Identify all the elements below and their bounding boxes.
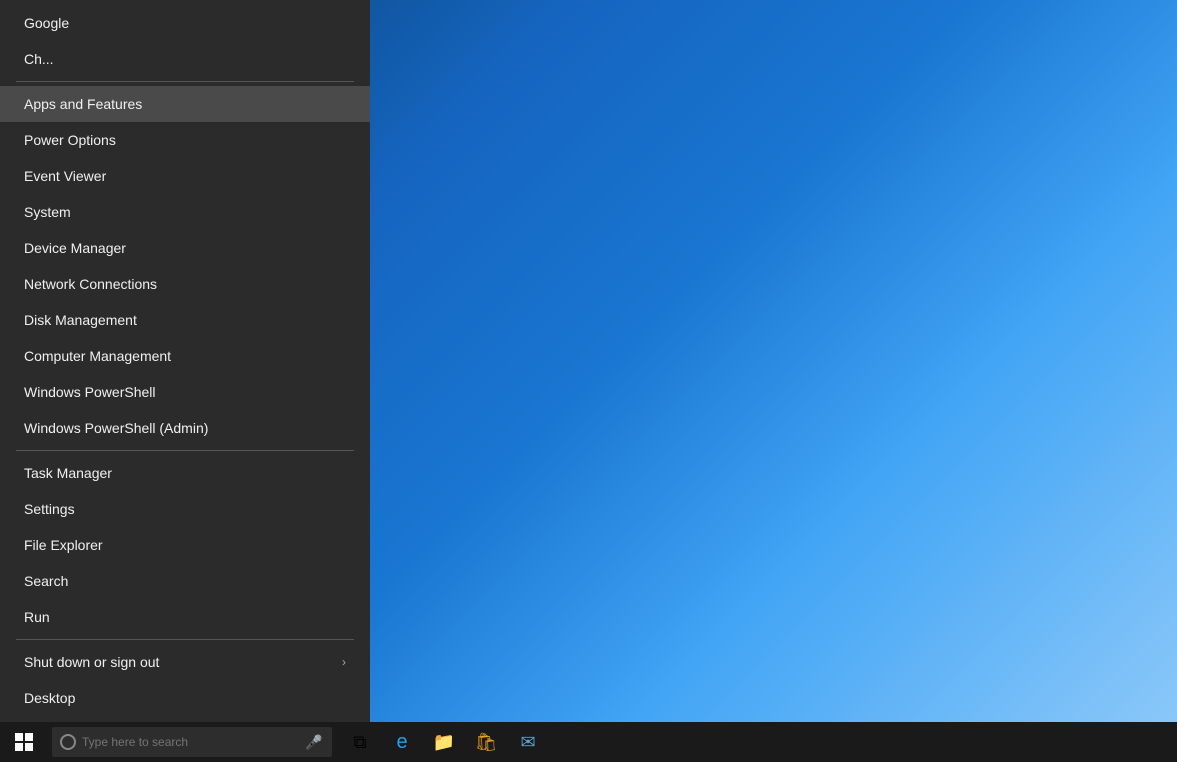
mail-button[interactable]: ✉	[508, 722, 548, 762]
menu-item-power-options[interactable]: Power Options	[0, 122, 370, 158]
mail-icon: ✉	[520, 732, 535, 753]
menu-item-computer-management[interactable]: Computer Management	[0, 338, 370, 374]
menu-item-disk-management[interactable]: Disk Management	[0, 302, 370, 338]
menu-divider-middle	[16, 450, 354, 451]
menu-item-search[interactable]: Search	[0, 563, 370, 599]
menu-item-windows-powershell[interactable]: Windows PowerShell	[0, 374, 370, 410]
menu-item-file-explorer[interactable]: File Explorer	[0, 527, 370, 563]
menu-item-system[interactable]: System	[0, 194, 370, 230]
start-icon	[15, 733, 33, 751]
menu-item-shut-down[interactable]: Shut down or sign out ›	[0, 644, 370, 680]
taskbar-search-bar[interactable]: 🎤	[52, 727, 332, 757]
store-button[interactable]: 🛍	[466, 722, 506, 762]
task-view-button[interactable]: ⧉	[340, 722, 380, 762]
file-explorer-button[interactable]: 📁	[424, 722, 464, 762]
menu-item-run[interactable]: Run	[0, 599, 370, 635]
menu-item-apps-features[interactable]: Apps and Features	[0, 86, 370, 122]
menu-divider-bottom	[16, 639, 354, 640]
start-button[interactable]	[0, 722, 48, 762]
store-icon: 🛍	[475, 732, 498, 753]
taskbar-search-input[interactable]	[82, 735, 262, 749]
menu-item-device-manager[interactable]: Device Manager	[0, 230, 370, 266]
context-menu: Google Ch... Apps and Features Power Opt…	[0, 0, 370, 722]
search-icon	[60, 734, 76, 750]
menu-item-settings[interactable]: Settings	[0, 491, 370, 527]
taskbar: 🎤 ⧉ e 📁 🛍 ✉	[0, 722, 1177, 762]
menu-item-windows-powershell-admin[interactable]: Windows PowerShell (Admin)	[0, 410, 370, 446]
edge-button[interactable]: e	[382, 722, 422, 762]
shut-down-arrow-icon: ›	[342, 655, 346, 669]
taskbar-icons: ⧉ e 📁 🛍 ✉	[340, 722, 548, 762]
edge-icon: e	[396, 731, 407, 754]
menu-divider-top	[16, 81, 354, 82]
microphone-icon[interactable]: 🎤	[304, 732, 324, 752]
menu-item-google[interactable]: Google	[0, 5, 370, 41]
menu-item-chrome[interactable]: Ch...	[0, 41, 370, 77]
task-view-icon: ⧉	[354, 732, 367, 753]
file-explorer-icon: 📁	[433, 732, 455, 753]
menu-item-network-connections[interactable]: Network Connections	[0, 266, 370, 302]
menu-item-event-viewer[interactable]: Event Viewer	[0, 158, 370, 194]
menu-item-task-manager[interactable]: Task Manager	[0, 455, 370, 491]
menu-item-desktop[interactable]: Desktop	[0, 680, 370, 716]
